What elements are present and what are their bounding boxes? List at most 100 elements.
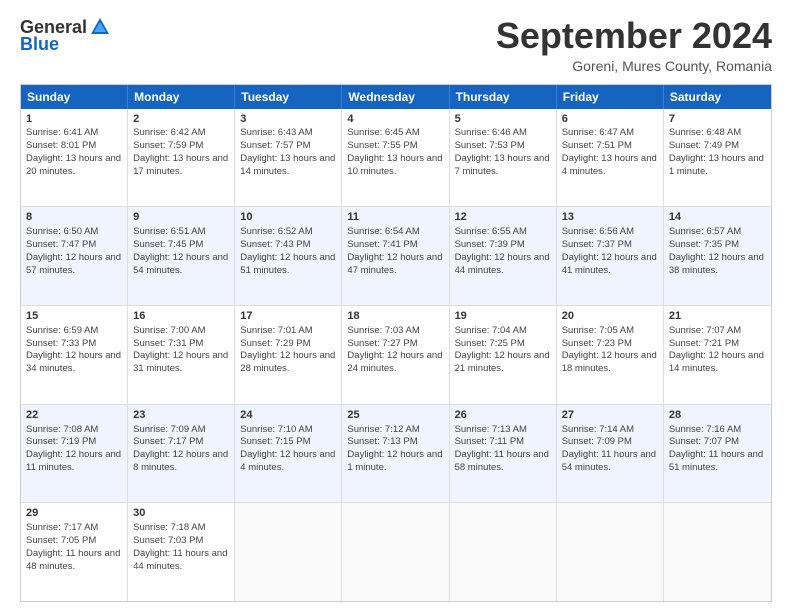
sunrise-text: Sunrise: 6:43 AM [240, 127, 312, 138]
day-number: 7 [669, 112, 766, 127]
calendar-row-1: 1Sunrise: 6:41 AMSunset: 8:01 PMDaylight… [21, 109, 771, 207]
day-number: 12 [455, 210, 551, 225]
day-cell-6: 6Sunrise: 6:47 AM Sunset: 7:51 PM Daylight… [557, 109, 664, 207]
daylight-text: Daylight: 11 hours and 54 minutes. [562, 449, 656, 473]
day-header-monday: Monday [128, 85, 235, 109]
day-cell-8: 8Sunrise: 6:50 AMSunset: 7:47 PMDaylight… [21, 207, 128, 305]
sunset-text: Sunset: 7:39 PM [455, 239, 525, 250]
day-cell-17: 17Sunrise: 7:01 AM Sunset: 7:29 PMDayligh… [235, 306, 342, 404]
day-cell-4: 4Sunrise: 6:45 AMSunset: 7:55 PMDaylight… [342, 109, 449, 207]
day-cell-2: 2Sunrise: 6:42 AMSunset: 7:59 PMDaylight… [128, 109, 235, 207]
day-cell-1: 1Sunrise: 6:41 AMSunset: 8:01 PMDaylight… [21, 109, 128, 207]
logo: General Blue [20, 16, 111, 55]
day-cell-25: 25Sunrise: 7:12 AMSunset: 7:13 PMDayligh… [342, 405, 449, 503]
day-cell-empty-6 [664, 503, 771, 601]
daylight-text: Daylight: 12 hours and 1 minute. [347, 449, 442, 473]
sunrise-text: Sunrise: 6:46 AM [455, 127, 527, 138]
sunrise-text: Sunrise: 6:45 AM [347, 127, 419, 138]
sunrise-text: Sunrise: 7:05 AM [562, 325, 634, 336]
day-cell-28: 28Sunrise: 7:16 AMSunset: 7:07 PMDayligh… [664, 405, 771, 503]
sunrise-text: Sunrise: 6:59 AM [26, 325, 98, 336]
sunrise-text: Sunrise: 6:57 AM [669, 226, 741, 237]
sunrise-text: Sunrise: 7:04 AM [455, 325, 527, 336]
day-number: 11 [347, 210, 443, 225]
sunset-text: Sunset: 7:37 PM [562, 239, 632, 250]
day-number: 10 [240, 210, 336, 225]
day-cell-9: 9Sunrise: 6:51 AMSunset: 7:45 PMDaylight… [128, 207, 235, 305]
day-number: 5 [455, 112, 551, 127]
day-number: 20 [562, 309, 658, 324]
day-number: 9 [133, 210, 229, 225]
sunrise-text: Sunrise: 6:56 AM [562, 226, 634, 237]
day-number: 22 [26, 408, 122, 423]
daylight-text: Daylight: 13 hours and 1 minute. [669, 153, 764, 177]
day-cell-29: 29Sunrise: 7:17 AMSunset: 7:05 PMDayligh… [21, 503, 128, 601]
page: General Blue September 2024 Goreni, Mure… [0, 0, 792, 612]
daylight-text: Daylight: 12 hours and 54 minutes. [133, 252, 228, 276]
day-cell-24: 24Sunrise: 7:10 AMSunset: 7:15 PMDayligh… [235, 405, 342, 503]
daylight-text: Daylight: 13 hours and 4 minutes. [562, 153, 657, 177]
daylight-text: Daylight: 12 hours and 44 minutes. [455, 252, 550, 276]
daylight-text: Daylight: 13 hours and 14 minutes. [240, 153, 335, 177]
sunset-text: Sunset: 7:27 PM [347, 338, 417, 349]
sunset-text: Sunset: 7:09 PM [562, 436, 632, 447]
day-cell-5: 5Sunrise: 6:46 AMSunset: 7:53 PMDaylight… [450, 109, 557, 207]
day-number: 6 [562, 112, 658, 127]
sunset-text: Sunset: 7:45 PM [133, 239, 203, 250]
sunset-text: Sunset: 7:59 PM [133, 140, 203, 151]
sunrise-text: Sunrise: 7:10 AM [240, 424, 312, 435]
day-cell-11: 11Sunrise: 6:54 AMSunset: 7:41 PMDayligh… [342, 207, 449, 305]
sunrise-text: Sunrise: 6:47 AM [562, 127, 634, 138]
day-header-saturday: Saturday [664, 85, 771, 109]
location: Goreni, Mures County, Romania [496, 58, 772, 74]
day-number: 17 [240, 309, 336, 324]
daylight-text: Daylight: 12 hours and 11 minutes. [26, 449, 121, 473]
daylight-text: Daylight: 12 hours and 47 minutes. [347, 252, 442, 276]
sunrise-text: Sunrise: 7:03 AM [347, 325, 419, 336]
calendar-row-3: 15Sunrise: 6:59 AMSunset: 7:33 PMDayligh… [21, 305, 771, 404]
daylight-text: Daylight: 11 hours and 48 minutes. [26, 548, 120, 572]
day-number: 30 [133, 506, 229, 521]
daylight-text: Daylight: 11 hours and 44 minutes. [133, 548, 227, 572]
daylight-text: Daylight: 12 hours and 21 minutes. [455, 350, 550, 374]
month-title: September 2024 [496, 16, 772, 56]
sunset-text: Sunset: 7:19 PM [26, 436, 96, 447]
sunset-text: Sunset: 7:11 PM [455, 436, 525, 447]
logo-icon [89, 16, 111, 38]
daylight-text: Daylight: 12 hours and 24 minutes. [347, 350, 442, 374]
daylight-text: Daylight: 12 hours and 31 minutes. [133, 350, 228, 374]
sunrise-text: Sunrise: 7:01 AM [240, 325, 312, 336]
day-header-tuesday: Tuesday [235, 85, 342, 109]
day-number: 8 [26, 210, 122, 225]
day-cell-14: 14Sunrise: 6:57 AMSunset: 7:35 PMDayligh… [664, 207, 771, 305]
calendar-body: 1Sunrise: 6:41 AMSunset: 8:01 PMDaylight… [21, 109, 771, 601]
day-number: 28 [669, 408, 766, 423]
day-number: 19 [455, 309, 551, 324]
daylight-text: Daylight: 12 hours and 38 minutes. [669, 252, 764, 276]
sunset-text: Sunset: 7:13 PM [347, 436, 417, 447]
sunrise-text: Sunrise: 7:14 AM [562, 424, 634, 435]
daylight-text: Daylight: 12 hours and 14 minutes. [669, 350, 764, 374]
title-block: September 2024 Goreni, Mures County, Rom… [496, 16, 772, 74]
sunrise-text: Sunrise: 6:54 AM [347, 226, 419, 237]
day-header-friday: Friday [557, 85, 664, 109]
sunset-text: Sunset: 7:05 PM [26, 535, 96, 546]
sunrise-text: Sunrise: 7:00 AM [133, 325, 205, 336]
day-number: 3 [240, 112, 336, 127]
sunset-text: Sunset: 7:29 PM [240, 338, 310, 349]
day-cell-empty-5 [557, 503, 664, 601]
daylight-text: Daylight: 12 hours and 28 minutes. [240, 350, 335, 374]
daylight-text: Daylight: 12 hours and 18 minutes. [562, 350, 657, 374]
day-number: 14 [669, 210, 766, 225]
sunset-text: Sunset: 8:01 PM [26, 140, 96, 151]
day-cell-26: 26Sunrise: 7:13 AMSunset: 7:11 PMDayligh… [450, 405, 557, 503]
day-number: 15 [26, 309, 122, 324]
daylight-text: Daylight: 12 hours and 51 minutes. [240, 252, 335, 276]
sunrise-text: Sunrise: 6:55 AM [455, 226, 527, 237]
logo-blue-text: Blue [20, 34, 59, 55]
day-number: 23 [133, 408, 229, 423]
sunrise-text: Sunrise: 6:48 AM [669, 127, 741, 138]
sunset-text: Sunset: 7:43 PM [240, 239, 310, 250]
day-header-wednesday: Wednesday [342, 85, 449, 109]
sunset-text: Sunset: 7:51 PM [562, 140, 632, 151]
